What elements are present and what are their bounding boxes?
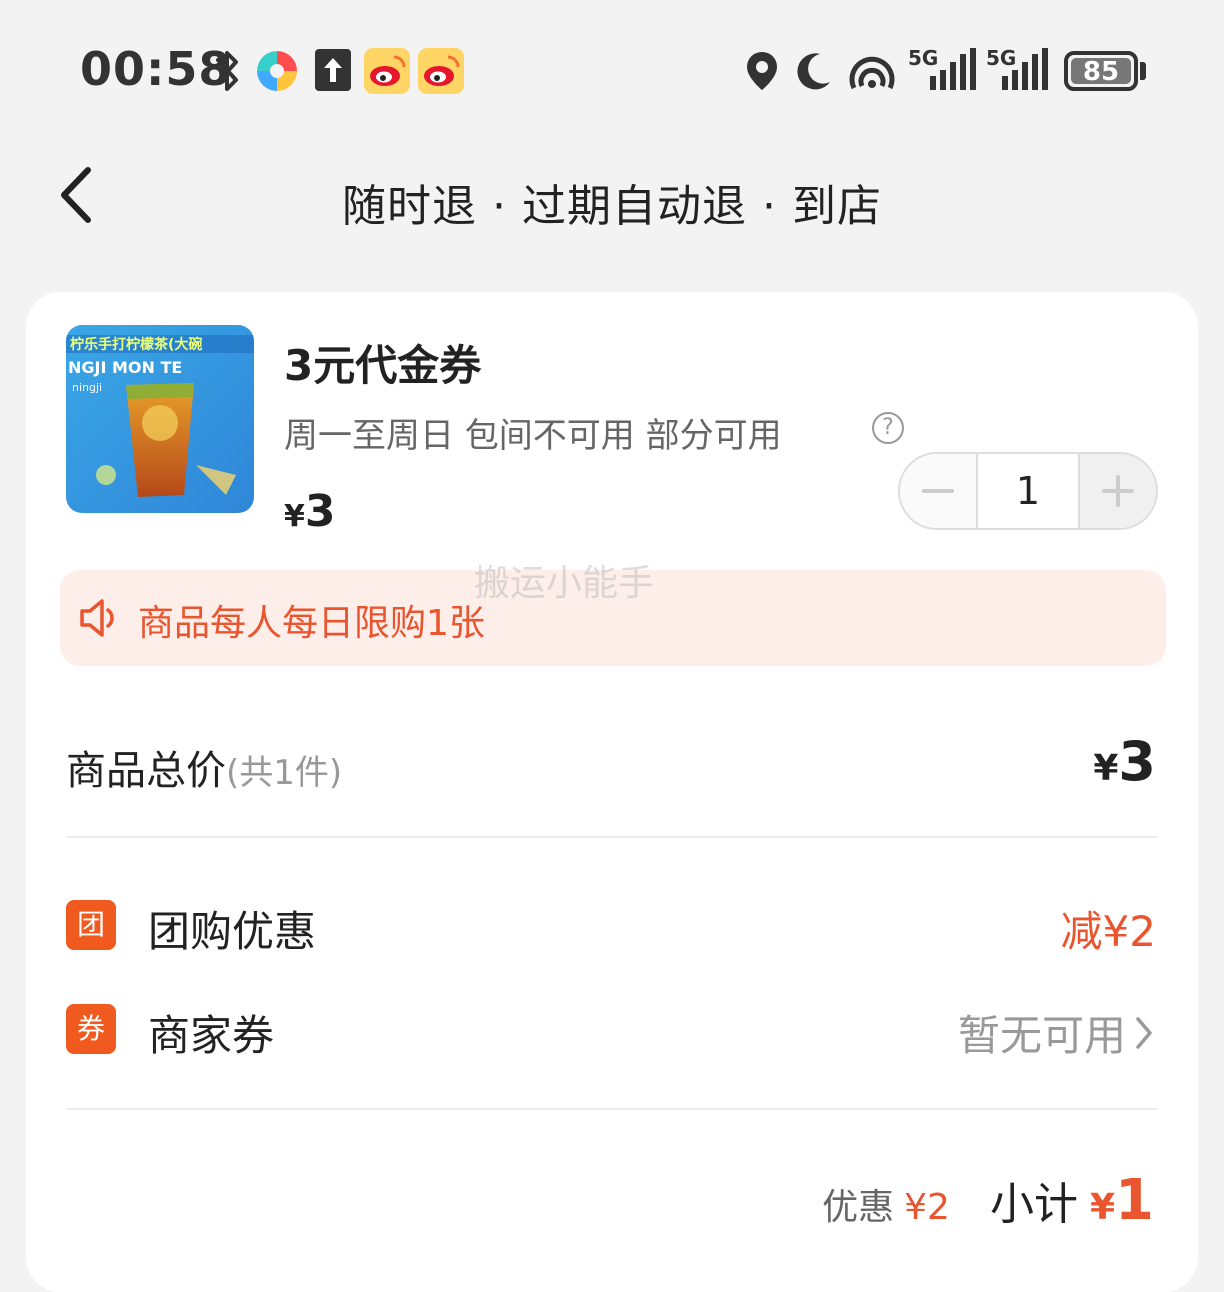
signal-icon: 5G	[908, 46, 978, 92]
product-thumbnail[interactable]: 柠乐手打柠檬茶(大碗 NGJI MON TE ningji	[66, 325, 254, 513]
moon-icon	[797, 53, 830, 90]
app-icon	[257, 51, 297, 91]
battery-level: 85	[1082, 57, 1120, 87]
subtotal-value: 1	[1115, 1168, 1154, 1233]
increase-button[interactable]	[1080, 454, 1156, 528]
price-value: 3	[304, 486, 336, 537]
product-price: ¥3	[284, 486, 336, 537]
location-icon	[747, 52, 777, 90]
weibo-icon	[418, 48, 464, 94]
merchant-coupon-label: 商家券	[148, 1011, 275, 1060]
divider	[66, 836, 1158, 838]
svg-text:NGJI MON TE: NGJI MON TE	[68, 358, 182, 377]
minus-icon	[922, 489, 954, 493]
subtotal-row: 优惠 ¥2 小计 ¥ 1	[822, 1168, 1154, 1233]
merchant-coupon-select[interactable]: 暂无可用	[958, 1002, 1154, 1063]
discount-value: ¥2	[904, 1187, 950, 1228]
page-title: 随时退 · 过期自动退 · 到店	[342, 181, 882, 232]
help-icon[interactable]: ?	[872, 412, 904, 444]
subtotal-currency: ¥	[1089, 1187, 1116, 1228]
plus-icon	[1102, 475, 1134, 507]
total-price-value: ¥3	[1093, 730, 1156, 793]
product-usage-desc: 周一至周日 包间不可用 部分可用	[284, 416, 782, 456]
notice-text: 商品每人每日限购1张	[138, 603, 485, 644]
coupon-status: 暂无可用	[957, 1011, 1126, 1060]
signal-icon: 5G	[986, 46, 1050, 92]
svg-text:ningji: ningji	[72, 381, 102, 394]
group-buy-badge: 团	[66, 900, 116, 950]
currency-symbol: ¥	[284, 499, 305, 534]
svg-text:柠乐手打柠檬茶(大碗: 柠乐手打柠檬茶(大碗	[70, 336, 202, 353]
product-title: 3元代金券	[284, 341, 482, 390]
battery-icon: 85	[1064, 51, 1138, 91]
quantity-stepper: 1	[898, 452, 1158, 530]
coupon-badge: 券	[66, 1004, 116, 1054]
total-price-label: 商品总价(共1件)	[66, 748, 343, 794]
group-buy-discount: 减¥2	[1060, 907, 1156, 956]
quantity-value[interactable]: 1	[976, 454, 1080, 528]
group-buy-label: 团购优惠	[148, 907, 317, 956]
watermark-text: 搬运小能手	[474, 563, 655, 604]
battery-tip	[1140, 62, 1146, 80]
order-card: 柠乐手打柠檬茶(大碗 NGJI MON TE ningji 3元代金券 周一至周…	[26, 292, 1198, 1292]
bluetooth-icon	[216, 51, 238, 91]
decrease-button[interactable]	[900, 454, 976, 528]
speaker-icon	[80, 599, 114, 637]
chevron-right-icon	[1136, 1016, 1152, 1049]
status-time: 00:58	[80, 42, 232, 96]
hotspot-icon	[849, 56, 895, 90]
subtotal-label: 小计	[989, 1179, 1078, 1230]
discount-label: 优惠	[822, 1187, 895, 1228]
upload-icon	[315, 49, 351, 91]
weibo-icon	[364, 48, 410, 94]
divider	[66, 1108, 1158, 1110]
lemon-tea-image: 柠乐手打柠檬茶(大碗 NGJI MON TE ningji	[66, 325, 254, 513]
item-count: (共1件)	[226, 753, 343, 793]
status-bar: 00:58 5G 5G 85	[0, 0, 1224, 140]
